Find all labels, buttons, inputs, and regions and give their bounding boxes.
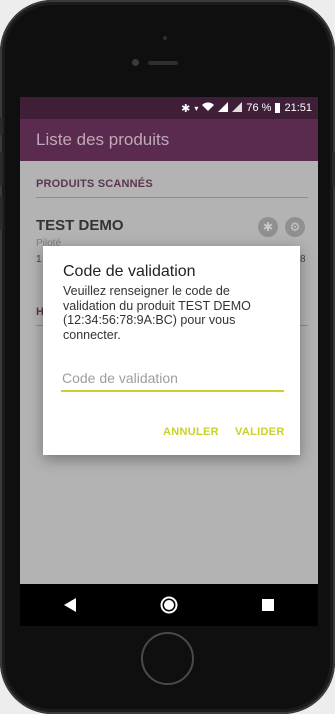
- battery-icon: [275, 103, 281, 113]
- validation-code-input[interactable]: [61, 366, 284, 392]
- signal-icon: [218, 101, 229, 115]
- recents-button[interactable]: [248, 590, 288, 620]
- product-name: TEST DEMO: [36, 217, 124, 234]
- recents-square-icon: [262, 599, 275, 611]
- bluetooth-icon: ✱: [181, 102, 191, 115]
- divider: [36, 197, 308, 198]
- home-button[interactable]: [141, 632, 194, 685]
- home-nav-button[interactable]: [149, 590, 189, 620]
- validate-button[interactable]: VALIDER: [235, 426, 285, 438]
- data-arrows-icon: ▾: [194, 103, 199, 113]
- signal-icon-2: [232, 101, 243, 115]
- product-id-start: 1: [36, 254, 42, 265]
- volume-up-button: [0, 152, 3, 186]
- dialog-title: Code de validation: [63, 263, 196, 280]
- wifi-icon: [202, 102, 215, 115]
- home-circle-icon: [160, 596, 178, 614]
- app-bar: Liste des produits: [20, 119, 318, 161]
- mute-switch: [0, 117, 3, 135]
- android-nav-bar: [20, 584, 318, 626]
- settings-gear-icon[interactable]: ⚙: [285, 217, 305, 237]
- volume-down-button: [0, 196, 3, 230]
- page-title: Liste des produits: [36, 130, 170, 149]
- clock: 21:51: [284, 102, 312, 114]
- bluetooth-icon[interactable]: ✱: [258, 217, 278, 237]
- proximity-sensor: [163, 36, 167, 40]
- validation-dialog: Code de validation Veuillez renseigner l…: [43, 246, 300, 455]
- back-triangle-icon: [63, 598, 76, 612]
- front-camera: [132, 59, 139, 66]
- cancel-button[interactable]: ANNULER: [163, 426, 219, 438]
- status-bar: ✱ ▾ 76 % 21:51: [20, 97, 318, 119]
- product-id-end: 8: [300, 254, 306, 265]
- back-button[interactable]: [50, 590, 90, 620]
- dialog-message: Veuillez renseigner le code de validatio…: [63, 284, 251, 342]
- earpiece-speaker: [148, 61, 178, 65]
- battery-percent: 76 %: [246, 102, 272, 114]
- section-header-scanned: PRODUITS SCANNÉS: [36, 178, 153, 190]
